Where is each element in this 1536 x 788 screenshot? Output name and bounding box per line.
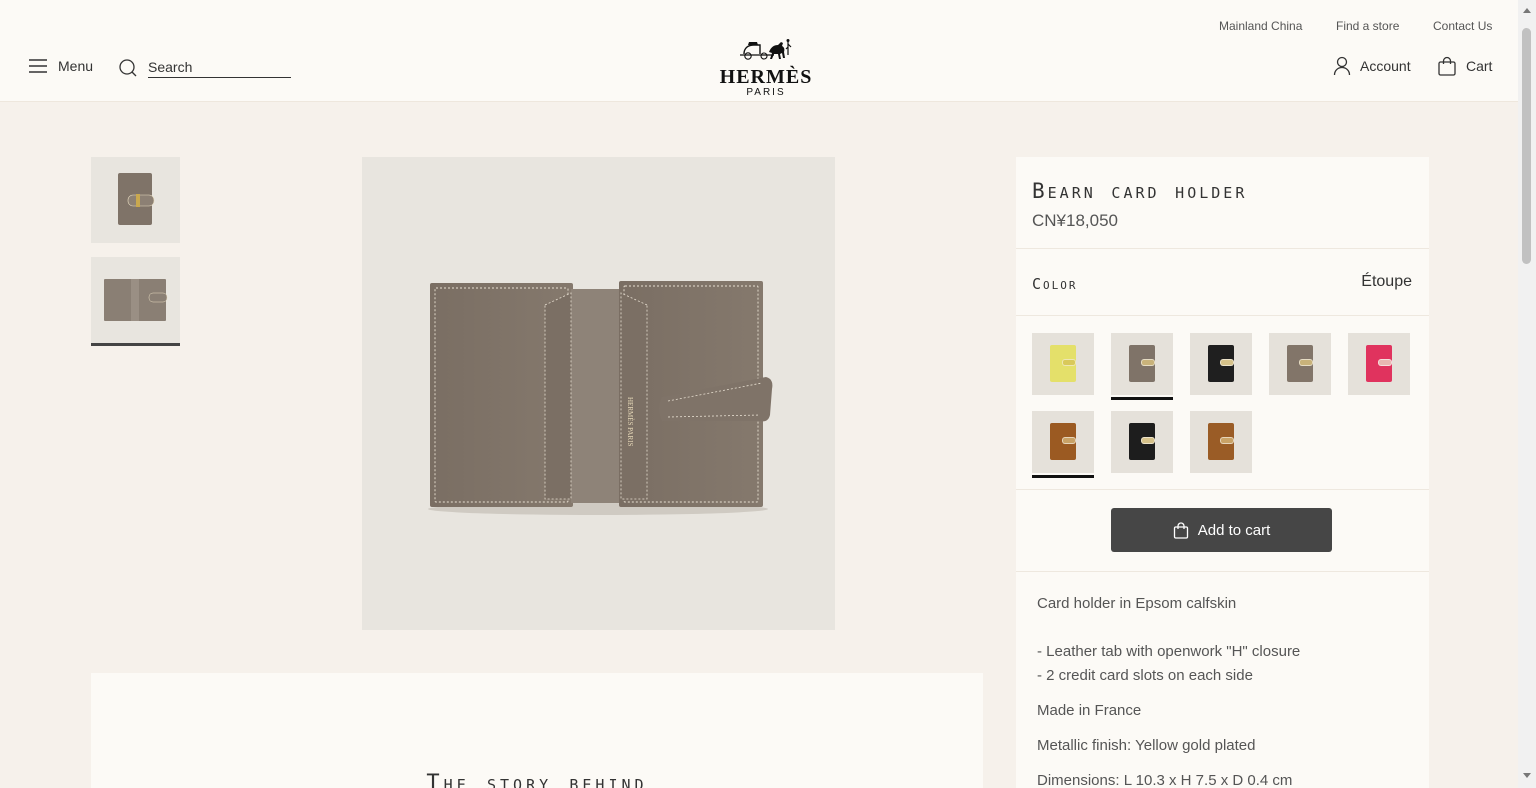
divider: [1016, 571, 1429, 572]
color-swatch[interactable]: [1032, 411, 1094, 473]
description-line: Card holder in Epsom calfskin: [1037, 595, 1237, 612]
story-title: The story behind: [426, 771, 648, 788]
thumbnail-selected-indicator: [91, 343, 180, 346]
description-line: Dimensions: L 10.3 x H 7.5 x D 0.4 cm: [1037, 772, 1293, 788]
search-box: [118, 58, 291, 78]
account-button[interactable]: Account: [1333, 56, 1411, 76]
logo-brand: HERMÈS: [719, 66, 813, 88]
site-header: Mainland China Find a store Contact Us M…: [0, 0, 1518, 102]
page-scrollbar[interactable]: [1518, 0, 1536, 788]
product-price: CN¥18,050: [1032, 211, 1119, 230]
color-swatch[interactable]: [1269, 333, 1331, 395]
color-swatch[interactable]: [1111, 333, 1173, 395]
svg-text:HERMÈS PARIS: HERMÈS PARIS: [626, 397, 634, 446]
divider: [1016, 489, 1429, 490]
thumbnail-open[interactable]: [91, 257, 180, 343]
shopping-bag-icon: [1173, 521, 1188, 539]
swatch-clasp: [1141, 359, 1155, 366]
story-section: The story behind: [91, 673, 983, 788]
cart-label: Cart: [1466, 58, 1493, 74]
contact-link[interactable]: Contact Us: [1433, 19, 1492, 33]
menu-button[interactable]: Menu: [28, 58, 93, 74]
swatch-selected-indicator: [1032, 475, 1094, 478]
swatch-selected-indicator: [1111, 397, 1173, 400]
swatch-clasp: [1220, 437, 1234, 444]
swatch-clasp: [1141, 437, 1155, 444]
color-swatch[interactable]: [1348, 333, 1410, 395]
search-icon[interactable]: [118, 58, 138, 78]
swatch-clasp: [1062, 359, 1076, 366]
product-main-image[interactable]: HERMÈS PARIS: [362, 157, 835, 630]
color-swatch[interactable]: [1190, 411, 1252, 473]
cart-button[interactable]: Cart: [1437, 56, 1492, 76]
user-icon: [1333, 56, 1351, 76]
color-swatch[interactable]: [1190, 333, 1252, 395]
find-store-link[interactable]: Find a store: [1336, 19, 1399, 33]
card-holder-open-image: HERMÈS PARIS: [362, 157, 835, 630]
swatch-clasp: [1062, 437, 1076, 444]
swatch-clasp: [1220, 359, 1234, 366]
search-input[interactable]: [148, 58, 291, 78]
hamburger-icon: [29, 59, 47, 73]
product-panel: Bearn card holder CN¥18,050 Color Étoupe…: [1016, 157, 1429, 788]
color-swatch[interactable]: [1111, 411, 1173, 473]
color-value: Étoupe: [1361, 273, 1412, 290]
color-label: Color: [1032, 275, 1078, 293]
product-open-image: [91, 257, 180, 343]
product-front-image: [91, 157, 180, 243]
carriage-emblem-icon: [740, 39, 792, 60]
scroll-down-arrow-icon[interactable]: [1523, 773, 1531, 778]
description-line: Metallic finish: Yellow gold plated: [1037, 737, 1256, 754]
logo-city: PARIS: [746, 87, 786, 98]
shopping-bag-icon: [1438, 56, 1456, 76]
description-line: Made in France: [1037, 702, 1142, 719]
description-line: - Leather tab with openwork "H" closure: [1037, 643, 1301, 660]
swatch-clasp: [1299, 359, 1313, 366]
thumbnail-front[interactable]: [91, 157, 180, 243]
scroll-up-arrow-icon[interactable]: [1523, 8, 1531, 13]
scrollbar-thumb[interactable]: [1522, 28, 1531, 264]
color-swatch[interactable]: [1032, 333, 1094, 395]
divider: [1016, 248, 1429, 249]
hermes-logo[interactable]: HERMÈS PARIS: [708, 38, 824, 98]
description-line: - 2 credit card slots on each side: [1037, 667, 1253, 684]
add-to-cart-label: Add to cart: [1197, 521, 1271, 539]
account-label: Account: [1360, 58, 1411, 74]
divider: [1016, 315, 1429, 316]
menu-label: Menu: [58, 58, 94, 74]
swatch-clasp: [1378, 359, 1392, 366]
add-to-cart-button[interactable]: Add to cart: [1111, 508, 1332, 552]
region-link[interactable]: Mainland China: [1219, 19, 1302, 33]
product-title: Bearn card holder: [1032, 179, 1248, 203]
